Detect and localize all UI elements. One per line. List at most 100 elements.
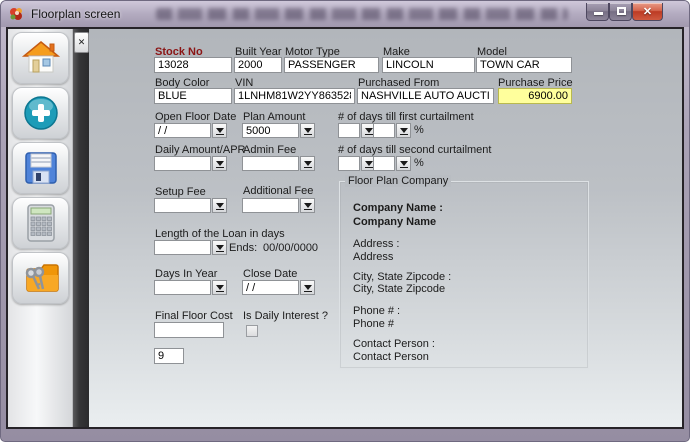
window-controls: ✕	[586, 3, 663, 21]
redacted-note	[156, 8, 568, 20]
home-icon	[21, 38, 61, 78]
misc-number-input[interactable]	[154, 348, 184, 364]
first-curtailment-percent-dropdown-icon[interactable]	[396, 123, 411, 138]
calculator-button[interactable]	[12, 197, 69, 249]
floorplan-form: Stock No Built Year Motor Type Make Mode…	[89, 29, 682, 427]
setup-fee-label: Setup Fee	[155, 186, 206, 198]
additional-fee-dropdown-icon[interactable]	[300, 198, 315, 213]
vin-input[interactable]	[234, 88, 355, 104]
keys-folder-icon	[21, 259, 61, 297]
close-date-dropdown-icon[interactable]	[300, 280, 315, 295]
additional-fee-label: Additional Fee	[243, 185, 313, 197]
close-date-label: Close Date	[243, 268, 297, 280]
collapse-sidebar-button[interactable]: ✕	[74, 32, 89, 53]
final-floor-cost-label: Final Floor Cost	[155, 310, 233, 322]
stock-no-input[interactable]	[154, 57, 232, 73]
daily-amount-apr-label: Daily Amount/APR	[155, 144, 245, 156]
loan-length-input[interactable]	[154, 240, 211, 255]
final-floor-cost-input[interactable]	[154, 322, 224, 338]
open-floor-date-input[interactable]	[154, 123, 211, 138]
save-button[interactable]	[12, 142, 69, 194]
setup-fee-combo	[154, 198, 227, 213]
sidebar	[8, 29, 73, 427]
second-curtailment-percent-input[interactable]	[373, 156, 395, 171]
loan-length-dropdown-icon[interactable]	[212, 240, 227, 255]
days-in-year-label: Days In Year	[155, 268, 217, 280]
company-name-label: Company Name :	[353, 202, 443, 214]
home-button[interactable]	[12, 32, 69, 84]
plan-amount-input[interactable]	[242, 123, 299, 138]
purchase-price-input[interactable]	[498, 88, 572, 104]
built-year-input[interactable]	[234, 57, 282, 73]
open-floor-date-dropdown-icon[interactable]	[212, 123, 227, 138]
close-date-input[interactable]	[242, 280, 299, 295]
company-name-value: Company Name	[353, 216, 436, 228]
daily-amount-apr-dropdown-icon[interactable]	[212, 156, 227, 171]
purchased-from-input[interactable]	[357, 88, 494, 104]
plan-amount-combo	[242, 123, 315, 138]
sidebar-divider	[73, 29, 89, 427]
is-daily-interest-checkbox[interactable]	[246, 325, 258, 337]
company-address-label: Address :	[353, 238, 399, 250]
first-curtailment-days-input[interactable]	[338, 123, 360, 138]
close-button[interactable]: ✕	[632, 3, 663, 21]
model-input[interactable]	[476, 57, 572, 73]
days-in-year-input[interactable]	[154, 280, 211, 295]
daily-amount-apr-combo	[154, 156, 227, 171]
setup-fee-input[interactable]	[154, 198, 211, 213]
make-input[interactable]	[382, 57, 475, 73]
keys-button[interactable]	[12, 252, 69, 304]
title-bar[interactable]: Floorplan screen ✕	[1, 1, 689, 27]
client-area: ✕ Stock No Built Year Motor Type Make Mo…	[6, 27, 684, 429]
calculator-icon	[23, 203, 59, 243]
loan-length-combo	[154, 240, 227, 255]
open-floor-date-label: Open Floor Date	[155, 111, 236, 123]
minimize-button[interactable]	[586, 3, 609, 21]
admin-fee-dropdown-icon[interactable]	[300, 156, 315, 171]
app-window: Floorplan screen ✕	[0, 0, 690, 442]
admin-fee-combo	[242, 156, 315, 171]
company-city-value: City, State Zipcode	[353, 283, 445, 295]
company-address-value: Address	[353, 251, 393, 263]
floor-plan-company-groupbox: Company Name : Company Name Address : Ad…	[339, 181, 589, 369]
ends-value: 00/00/0000	[263, 242, 318, 254]
additional-fee-combo	[242, 198, 315, 213]
days-in-year-combo	[154, 280, 227, 295]
second-curtailment-percent-combo	[373, 156, 411, 171]
first-curtailment-label: # of days till first curtailment	[338, 111, 474, 123]
second-curtailment-label: # of days till second curtailment	[338, 144, 491, 156]
second-curtailment-days-combo	[338, 156, 376, 171]
add-icon	[21, 93, 61, 133]
days-in-year-dropdown-icon[interactable]	[212, 280, 227, 295]
admin-fee-input[interactable]	[242, 156, 299, 171]
is-daily-interest-label: Is Daily Interest ?	[243, 310, 328, 322]
daily-amount-apr-input[interactable]	[154, 156, 211, 171]
floor-plan-company-caption: Floor Plan Company	[345, 175, 451, 187]
additional-fee-input[interactable]	[242, 198, 299, 213]
save-icon	[22, 149, 60, 187]
second-curtailment-percent-dropdown-icon[interactable]	[396, 156, 411, 171]
ends-label: Ends:	[229, 242, 257, 254]
first-curtailment-percent-combo	[373, 123, 411, 138]
minimize-icon	[594, 12, 603, 15]
company-phone-value: Phone #	[353, 318, 394, 330]
second-curtailment-percent-sign: %	[414, 157, 424, 169]
motor-type-input[interactable]	[284, 57, 379, 73]
plan-amount-dropdown-icon[interactable]	[300, 123, 315, 138]
maximize-icon	[617, 7, 626, 15]
admin-fee-label: Admin Fee	[243, 144, 296, 156]
company-contact-label: Contact Person :	[353, 338, 435, 350]
company-phone-label: Phone # :	[353, 305, 400, 317]
first-curtailment-percent-sign: %	[414, 124, 424, 136]
first-curtailment-percent-input[interactable]	[373, 123, 395, 138]
body-color-input[interactable]	[154, 88, 232, 104]
app-icon	[9, 6, 25, 22]
setup-fee-dropdown-icon[interactable]	[212, 198, 227, 213]
add-button[interactable]	[12, 87, 69, 139]
maximize-button[interactable]	[609, 3, 632, 21]
second-curtailment-days-input[interactable]	[338, 156, 360, 171]
window-title: Floorplan screen	[31, 7, 120, 21]
company-contact-value: Contact Person	[353, 351, 429, 363]
company-city-label: City, State Zipcode :	[353, 271, 451, 283]
loan-length-label: Length of the Loan in days	[155, 228, 285, 240]
